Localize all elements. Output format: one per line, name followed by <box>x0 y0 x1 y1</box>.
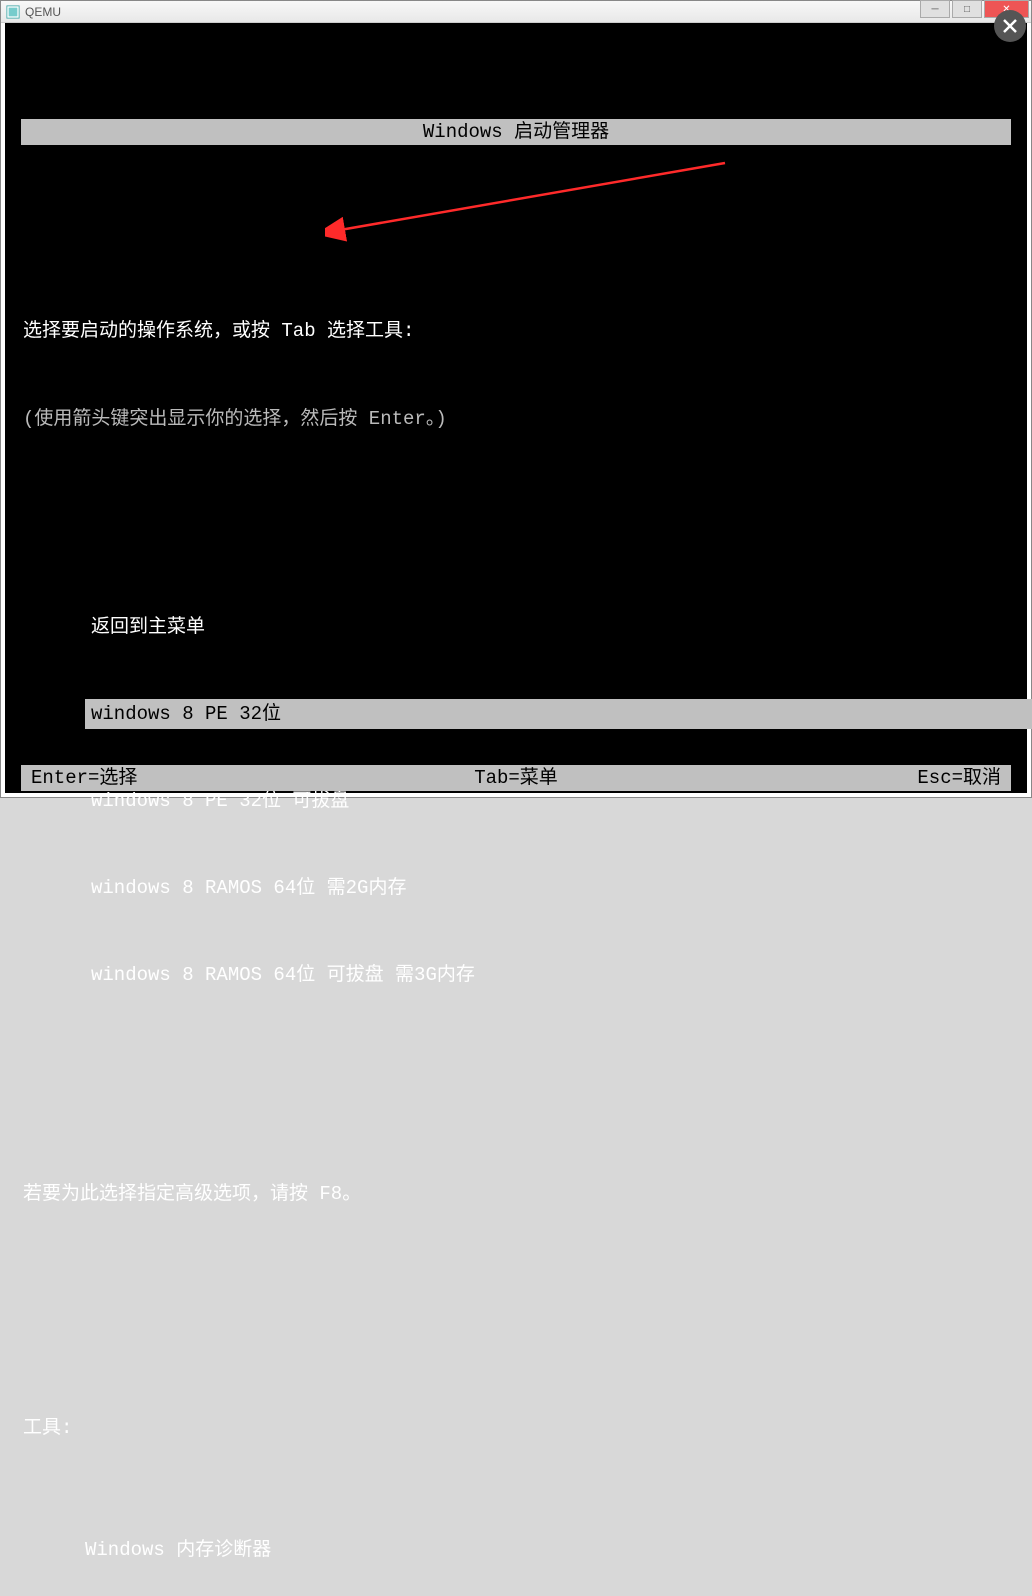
maximize-button[interactable]: □ <box>952 0 982 18</box>
boot-option[interactable]: windows 8 RAMOS 64位 需2G内存 <box>85 873 1009 903</box>
hint-text: (使用箭头键突出显示你的选择，然后按 Enter。) <box>23 405 1009 434</box>
advanced-options-text: 若要为此选择指定高级选项，请按 F8。 <box>23 1180 1009 1209</box>
boot-options: 返回到主菜单 windows 8 PE 32位 windows 8 PE 32位… <box>85 555 1009 1047</box>
titlebar: QEMU ─ □ ✕ <box>1 1 1031 23</box>
boot-option[interactable]: windows 8 RAMOS 64位 可拔盘 需3G内存 <box>85 960 1009 990</box>
tools-label: 工具: <box>23 1414 1009 1443</box>
tool-item[interactable]: Windows 内存诊断器 <box>85 1536 1009 1565</box>
qemu-window: QEMU ─ □ ✕ Windows 启动管理器 选择要启动的操作系统，或按 T… <box>0 0 1032 798</box>
footer-tab: Tab=菜单 <box>474 765 558 791</box>
boot-body: 选择要启动的操作系统，或按 Tab 选择工具: (使用箭头键突出显示你的选择，然… <box>5 260 1027 1596</box>
close-icon <box>1001 17 1019 35</box>
boot-option[interactable]: 返回到主菜单 <box>85 612 1009 642</box>
footer-enter: Enter=选择 <box>31 765 137 791</box>
boot-option-selected[interactable]: windows 8 PE 32位 <box>85 699 1032 729</box>
footer-esc: Esc=取消 <box>917 765 1001 791</box>
console-screen: Windows 启动管理器 选择要启动的操作系统，或按 Tab 选择工具: (使… <box>5 23 1027 793</box>
footer-bar: Enter=选择 Tab=菜单 Esc=取消 <box>21 765 1011 791</box>
app-icon <box>5 4 21 20</box>
boot-header: Windows 启动管理器 <box>21 119 1011 145</box>
minimize-button[interactable]: ─ <box>920 0 950 18</box>
window-title: QEMU <box>25 5 1027 19</box>
prompt-text: 选择要启动的操作系统，或按 Tab 选择工具: <box>23 317 1009 346</box>
overlay-close-button[interactable] <box>994 10 1026 42</box>
